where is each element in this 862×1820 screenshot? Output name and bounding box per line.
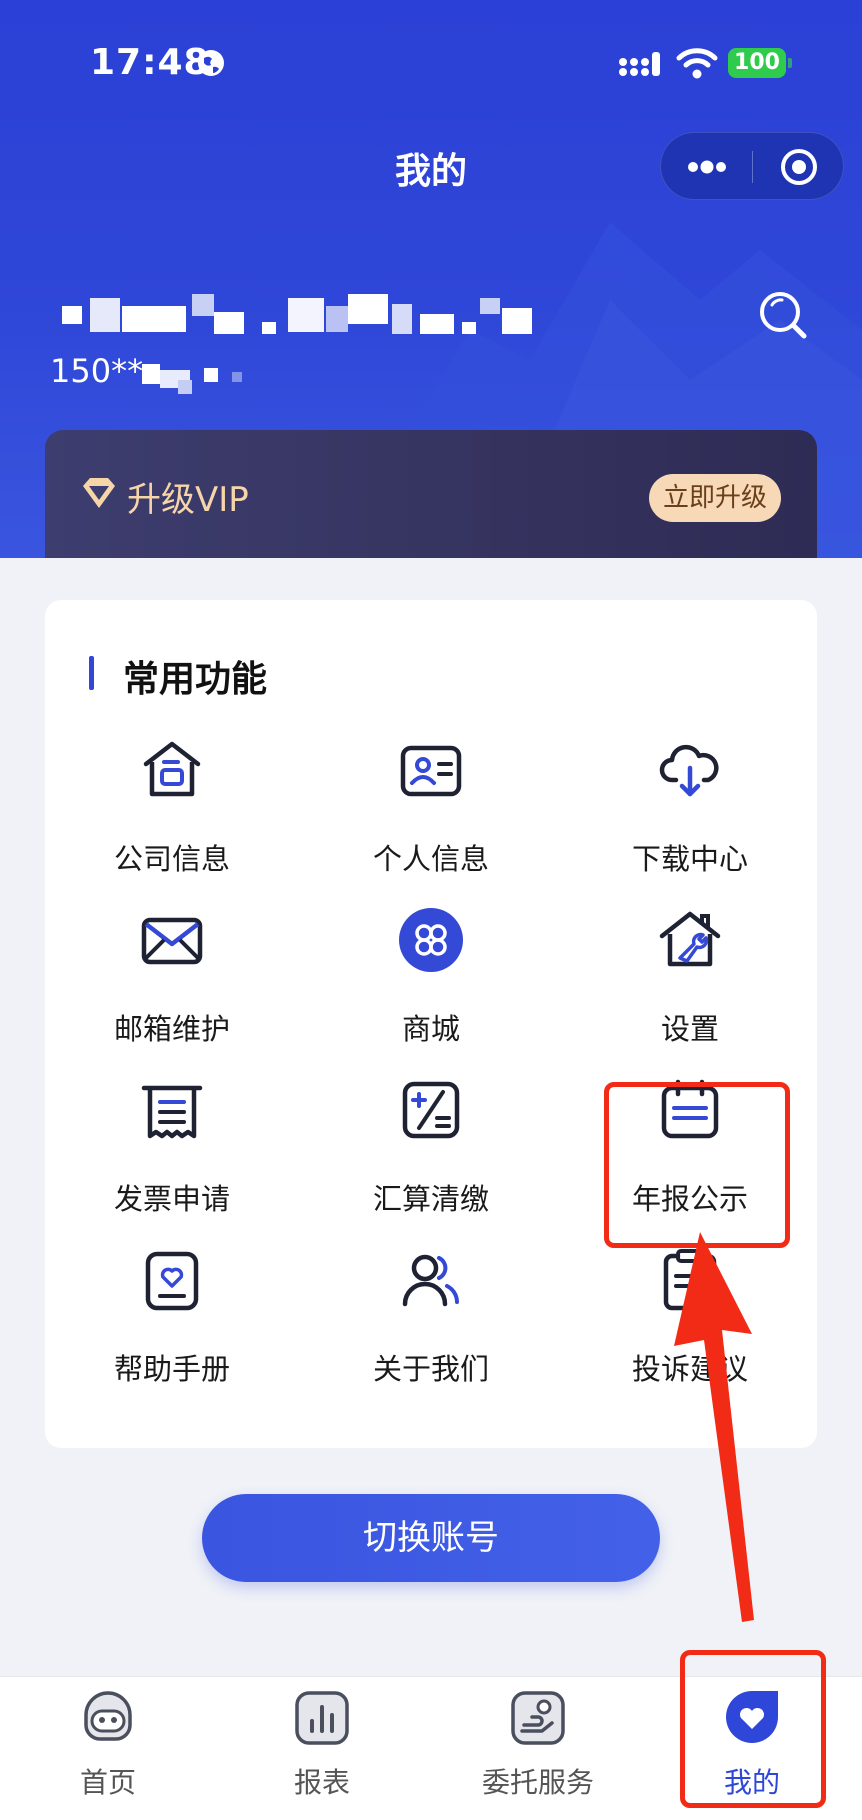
annotation-arrow: [674, 1232, 754, 1622]
